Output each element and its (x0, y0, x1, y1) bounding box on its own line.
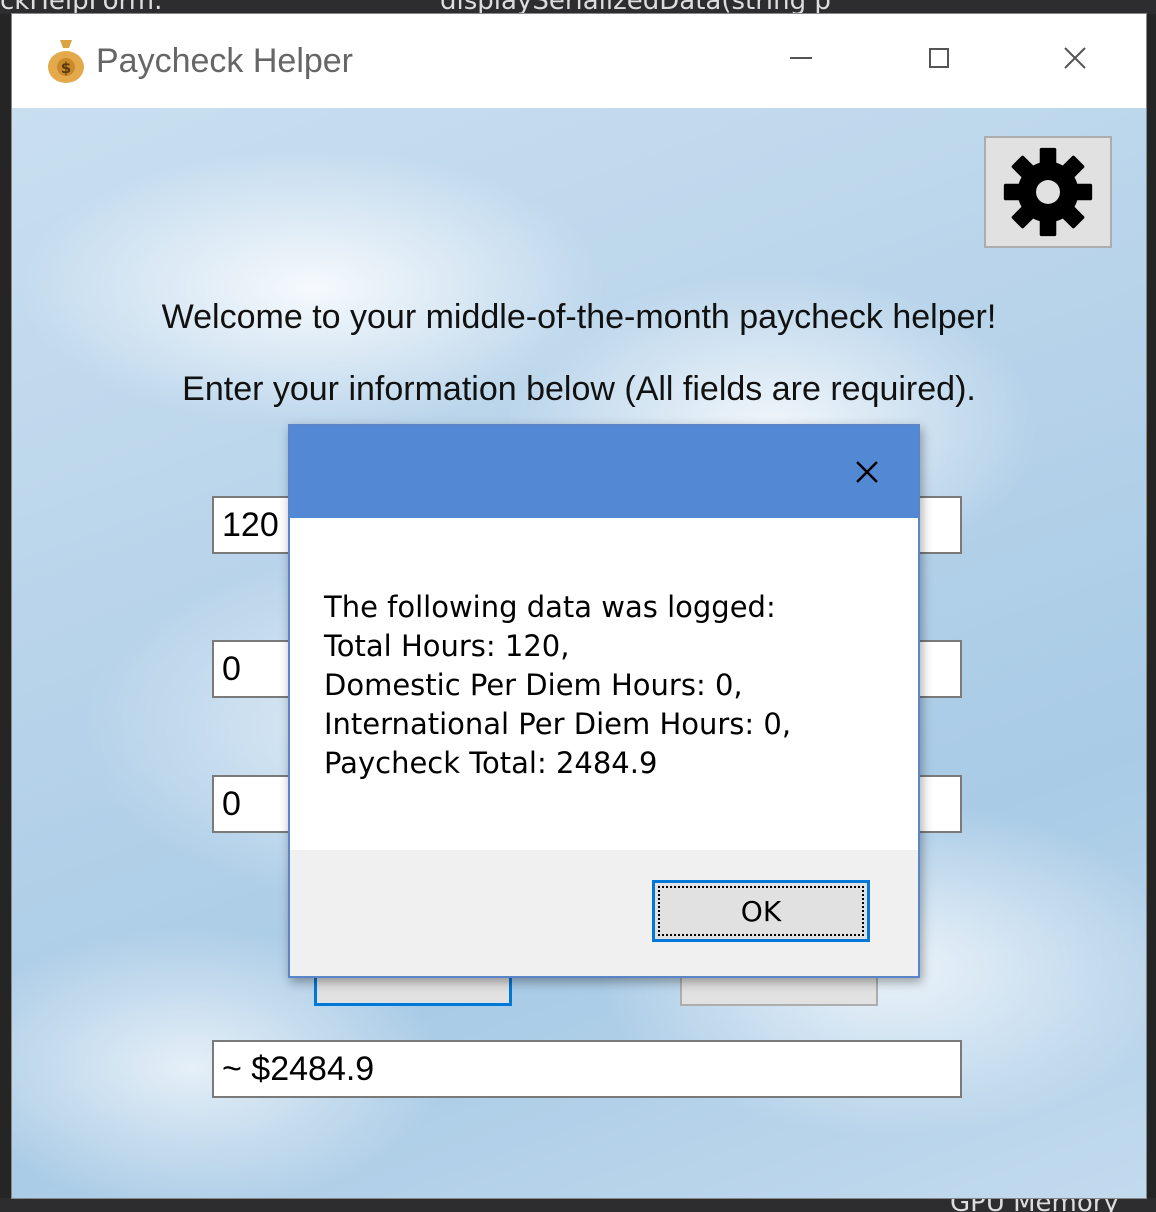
ide-code-fragment: displaySerializedData(string p (440, 0, 831, 14)
settings-button[interactable] (984, 136, 1112, 248)
dialog-close-button[interactable] (842, 448, 892, 496)
close-button[interactable] (1010, 28, 1140, 88)
instructions-text: Enter your information below (All fields… (182, 370, 976, 408)
paycheck-result-field[interactable]: ~ $2484.9 (212, 1040, 962, 1098)
ok-button-label: OK (740, 894, 782, 928)
logged-data-dialog: The following data was logged: Total Hou… (288, 424, 920, 978)
dialog-footer: OK (290, 850, 918, 976)
close-icon (856, 461, 878, 483)
dialog-title-bar[interactable] (290, 426, 918, 518)
maximize-button[interactable] (874, 28, 1004, 88)
svg-text:$: $ (61, 59, 71, 77)
minimize-button[interactable] (736, 28, 866, 88)
close-icon (1064, 47, 1086, 69)
money-bag-icon: $ (48, 40, 84, 83)
dialog-line: International Per Diem Hours: 0, (324, 707, 792, 741)
title-bar[interactable]: $ Paycheck Helper (12, 14, 1146, 108)
maximize-icon (929, 48, 949, 68)
gear-icon (1003, 147, 1093, 237)
ide-panel-fragment: GPU Memory (950, 1198, 1119, 1212)
ide-background-right (1146, 14, 1156, 1212)
ide-background-bottom: GPU Memory (0, 1198, 1156, 1212)
window-title: Paycheck Helper (96, 42, 354, 80)
ide-background-top: ckHelpForm. displaySerializedData(string… (0, 0, 1156, 14)
dialog-line: Domestic Per Diem Hours: 0, (324, 668, 743, 702)
dialog-message: The following data was logged: Total Hou… (324, 588, 791, 783)
dialog-line: Total Hours: 120, (324, 629, 570, 663)
minimize-icon (790, 57, 812, 59)
ok-button[interactable]: OK (652, 880, 870, 942)
ide-tab-fragment: ckHelpForm. (0, 0, 162, 14)
ide-background-left (0, 14, 12, 1212)
welcome-text: Welcome to your middle-of-the-month payc… (161, 298, 997, 336)
dialog-line: The following data was logged: (324, 590, 776, 624)
dialog-line: Paycheck Total: 2484.9 (324, 746, 658, 780)
